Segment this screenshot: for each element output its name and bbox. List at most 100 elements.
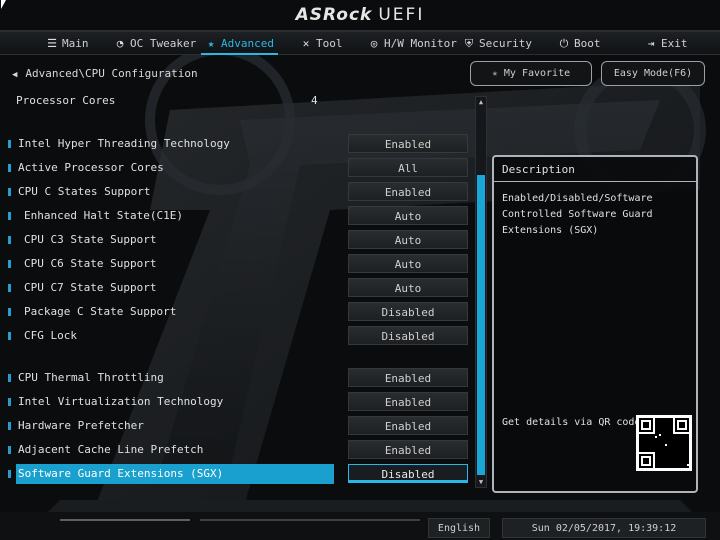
brand-title: ASRock UEFI [0, 5, 720, 25]
setting-value-dropdown[interactable]: Auto [348, 206, 468, 225]
setting-row[interactable]: CFG Lock Disabled [8, 326, 470, 346]
wrench-icon: ✕ [302, 37, 310, 50]
setting-row[interactable]: Package C State Support Disabled [8, 302, 470, 322]
tab-hw-monitor[interactable]: ◎ H/W Monitor [368, 32, 457, 55]
setting-row[interactable]: CPU C7 State Support Auto [8, 278, 470, 298]
setting-marker [8, 188, 11, 196]
setting-value-dropdown[interactable]: Enabled [348, 134, 468, 153]
setting-value-dropdown[interactable]: Disabled [348, 464, 468, 483]
setting-label: Active Processor Cores [18, 161, 164, 174]
tab-exit[interactable]: ⇥ Exit [645, 32, 688, 55]
setting-value-dropdown[interactable]: Disabled [348, 302, 468, 321]
setting-value-dropdown[interactable]: Enabled [348, 392, 468, 411]
setting-label: Intel Hyper Threading Technology [18, 137, 230, 150]
tab-main[interactable]: ☰ Main [46, 32, 89, 55]
setting-row[interactable]: Intel Hyper Threading Technology Enabled [8, 134, 470, 154]
setting-row[interactable]: Adjacent Cache Line Prefetch Enabled [8, 440, 470, 460]
top-nav: ☰ Main ◔ OC Tweaker ★ Advanced ✕ Tool ◎ H/W M… [0, 31, 720, 55]
brand-name: ASRock [295, 5, 373, 25]
power-icon: ⏻ [559, 37, 569, 50]
setting-marker [8, 308, 11, 316]
tab-advanced-label: Advanced [221, 37, 274, 50]
qr-label: Get details via QR code [502, 417, 641, 428]
setting-label: CFG Lock [24, 329, 77, 342]
setting-marker [8, 140, 11, 148]
setting-row[interactable]: CPU Thermal Throttling Enabled [8, 368, 470, 388]
setting-value-dropdown[interactable]: Auto [348, 278, 468, 297]
setting-value-dropdown[interactable]: Enabled [348, 368, 468, 387]
qr-code-icon [636, 415, 692, 471]
easy-mode-label: Easy Mode(F6) [613, 68, 693, 79]
easy-mode-button[interactable]: Easy Mode(F6) [601, 61, 705, 86]
setting-row[interactable]: Enhanced Halt State(C1E) Auto [8, 206, 470, 226]
star-icon: ★ [491, 68, 498, 79]
setting-marker [8, 446, 11, 454]
tab-security[interactable]: ⛨ Security [463, 32, 532, 55]
setting-row[interactable]: CPU C6 State Support Auto [8, 254, 470, 274]
setting-row[interactable]: CPU C3 State Support Auto [8, 230, 470, 250]
tab-main-label: Main [62, 37, 89, 50]
setting-label: Hardware Prefetcher [18, 419, 144, 432]
processor-cores-label: Processor Cores [16, 94, 116, 107]
tab-oc-tweaker-label: OC Tweaker [130, 37, 197, 50]
datetime-display: Sun 02/05/2017, 19:39:12 [502, 518, 706, 538]
language-button[interactable]: English [428, 518, 490, 538]
breadcrumb: ◀ Advanced\CPU Configuration [12, 67, 198, 80]
scroll-down-icon[interactable]: ▼ [476, 477, 486, 487]
setting-marker [8, 284, 11, 292]
list-icon: ☰ [47, 37, 57, 50]
tab-boot[interactable]: ⏻ Boot [558, 32, 601, 55]
shield-icon: ⛨ [464, 37, 474, 50]
setting-label: Adjacent Cache Line Prefetch [18, 443, 204, 456]
setting-value-dropdown[interactable]: Enabled [348, 416, 468, 435]
my-favorite-button[interactable]: ★ My Favorite [470, 61, 592, 86]
setting-label: CPU C States Support [18, 185, 151, 198]
setting-row[interactable]: Active Processor Cores All [8, 158, 470, 178]
setting-row[interactable]: CPU C States Support Enabled [8, 182, 470, 202]
setting-marker [8, 332, 11, 340]
setting-value-dropdown[interactable]: Auto [348, 230, 468, 249]
setting-value-dropdown[interactable]: Disabled [348, 326, 468, 345]
star-icon: ★ [207, 37, 215, 50]
setting-row[interactable]: Software Guard Extensions (SGX) Disabled [8, 464, 470, 484]
setting-marker [8, 260, 11, 268]
setting-value-dropdown[interactable]: Enabled [348, 440, 468, 459]
setting-label: Software Guard Extensions (SGX) [18, 467, 224, 480]
processor-cores-value: 4 [311, 94, 318, 107]
my-favorite-label: My Favorite [503, 68, 571, 79]
setting-label: CPU Thermal Throttling [18, 371, 164, 384]
tab-tool-label: Tool [316, 37, 343, 50]
gauge-icon: ◔ [116, 37, 124, 50]
setting-label: CPU C3 State Support [24, 233, 157, 246]
setting-label: Package C State Support [24, 305, 177, 318]
scrollbar-thumb[interactable] [477, 175, 485, 475]
setting-value-dropdown[interactable]: Enabled [348, 182, 468, 201]
brand-suffix: UEFI [378, 5, 425, 25]
description-text: Enabled/Disabled/Software Controlled Sof… [502, 193, 653, 236]
setting-marker [8, 212, 11, 220]
setting-marker [8, 374, 11, 382]
scroll-up-icon[interactable]: ▲ [476, 97, 486, 107]
setting-row[interactable]: Hardware Prefetcher Enabled [8, 416, 470, 436]
tab-tool[interactable]: ✕ Tool [300, 32, 343, 55]
setting-row[interactable]: Intel Virtualization Technology Enabled [8, 392, 470, 412]
description-panel: Description Enabled/Disabled/Software Co… [492, 155, 698, 493]
exit-icon: ⇥ [647, 37, 655, 50]
setting-value-dropdown[interactable]: Auto [348, 254, 468, 273]
description-title: Description [494, 157, 696, 182]
tab-oc-tweaker[interactable]: ◔ OC Tweaker [114, 32, 197, 55]
setting-marker [8, 398, 11, 406]
setting-label: CPU C6 State Support [24, 257, 157, 270]
back-arrow-icon[interactable]: ◀ [12, 70, 17, 80]
setting-marker [8, 164, 11, 172]
setting-marker [8, 422, 11, 430]
scrollbar[interactable]: ▲ ▼ [475, 96, 487, 488]
tab-advanced[interactable]: ★ Advanced [201, 32, 278, 55]
setting-value-dropdown[interactable]: All [348, 158, 468, 177]
setting-label: CPU C7 State Support [24, 281, 157, 294]
monitor-icon: ◎ [370, 37, 378, 50]
setting-marker [8, 236, 11, 244]
tab-exit-label: Exit [661, 37, 688, 50]
tab-hw-monitor-label: H/W Monitor [384, 37, 457, 50]
setting-marker [8, 470, 11, 478]
